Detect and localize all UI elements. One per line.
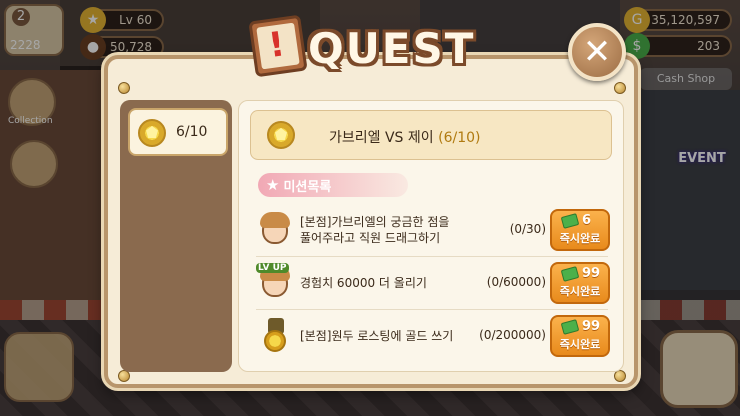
reward-amount: 99 <box>582 266 601 281</box>
quest-header-title: 가브리엘 VS 제이 (6/10) <box>329 127 480 147</box>
level-up-icon: LV UP <box>256 263 292 301</box>
quest-header-progress: (6/10) <box>438 130 481 146</box>
instant-complete-button[interactable]: 6 즉시완료 <box>550 209 610 251</box>
mission-description: [본점]원두 로스팅에 골드 쓰기 <box>300 329 454 343</box>
quest-header-card: 가브리엘 VS 제이 (6/10) <box>250 110 612 160</box>
mission-row: [본점]원두 로스팅에 골드 쓰기 (0/200000) 99 즉시완료 <box>256 313 612 359</box>
close-button[interactable]: ✕ <box>568 23 626 81</box>
mission-list-label: ★ 미션목록 <box>258 173 408 197</box>
quest-tab-count: 6/10 <box>176 124 208 140</box>
dialog-title: ! QUEST <box>248 14 502 78</box>
quest-header-name: 가브리엘 VS 제이 <box>329 130 434 146</box>
mission-description: 경험치 60000 더 올리기 <box>300 276 427 290</box>
mission-row: [본점]가브리엘의 궁금한 점을 풀어주라고 직원 드래그하기 (0/30) 6… <box>256 207 612 253</box>
instant-complete-button[interactable]: 99 즉시완료 <box>550 262 610 304</box>
mission-description-line2: 풀어주라고 직원 드래그하기 <box>300 231 441 245</box>
divider <box>256 309 608 310</box>
mission-progress: (0/60000) <box>486 275 546 289</box>
mission-progress: (0/30) <box>509 222 546 236</box>
nail-decoration <box>614 82 626 94</box>
mission-description: [본점]가브리엘의 궁금한 점을 풀어주라고 직원 드래그하기 <box>300 214 449 246</box>
reward-amount: 99 <box>582 319 601 334</box>
staff-drag-icon <box>258 210 292 248</box>
divider <box>256 256 608 257</box>
mission-description-line1: [본점]가브리엘의 궁금한 점을 <box>300 215 450 229</box>
mission-list-label-text: 미션목록 <box>283 179 332 195</box>
instant-complete-button[interactable]: 99 즉시완료 <box>550 315 610 357</box>
cash-icon <box>560 266 580 282</box>
nail-decoration <box>118 82 130 94</box>
instant-complete-label: 즉시완료 <box>559 285 601 298</box>
reward-amount: 6 <box>582 213 592 228</box>
dialog-title-text: QUEST <box>308 24 476 73</box>
quest-book-icon: ! <box>248 14 308 78</box>
instant-complete-label: 즉시완료 <box>559 232 601 245</box>
pentagon-badge-icon <box>138 119 166 147</box>
close-icon: ✕ <box>582 32 612 72</box>
mission-progress: (0/200000) <box>479 328 546 342</box>
cash-icon <box>560 213 580 229</box>
cash-icon <box>560 319 580 335</box>
mission-row: LV UP 경험치 60000 더 올리기 (0/60000) 99 즉시완료 <box>256 260 612 306</box>
pentagon-badge-icon <box>267 121 295 149</box>
gold-roasting-icon <box>258 316 292 354</box>
star-icon: ★ <box>266 176 280 194</box>
quest-tab-selected[interactable]: 6/10 <box>128 108 228 156</box>
instant-complete-label: 즉시완료 <box>559 338 601 351</box>
